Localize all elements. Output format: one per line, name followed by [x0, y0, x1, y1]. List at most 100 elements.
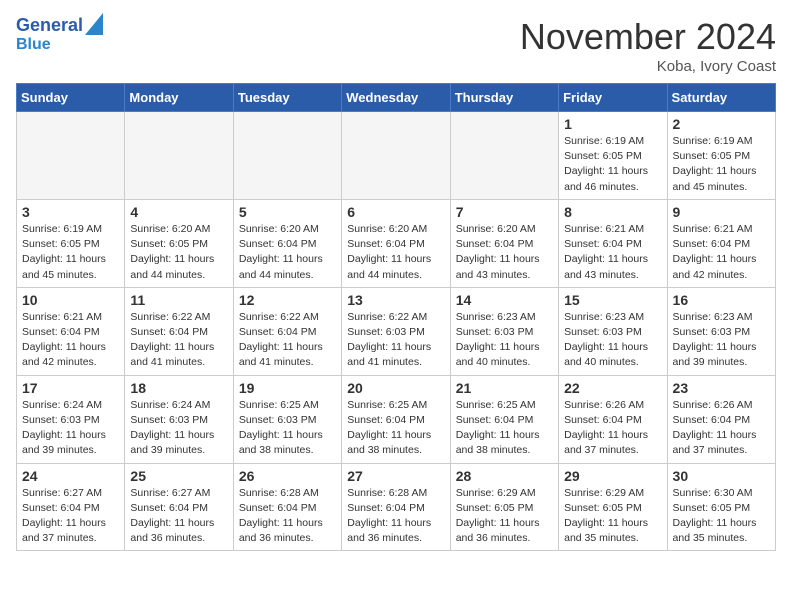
location: Koba, Ivory Coast [520, 58, 776, 75]
calendar-cell: 21 Sunrise: 6:25 AMSunset: 6:04 PMDayligh… [450, 375, 558, 463]
day-number: 30 [673, 468, 770, 484]
day-info: Sunrise: 6:22 AMSunset: 6:04 PMDaylight:… [239, 310, 336, 371]
weekday-header-row: SundayMondayTuesdayWednesdayThursdayFrid… [17, 84, 776, 112]
day-number: 2 [673, 116, 770, 132]
day-info: Sunrise: 6:19 AMSunset: 6:05 PMDaylight:… [564, 134, 661, 195]
day-info: Sunrise: 6:19 AMSunset: 6:05 PMDaylight:… [22, 222, 119, 283]
calendar-cell: 17Sunrise: 6:24 AMSunset: 6:03 PMDayligh… [17, 375, 125, 463]
calendar-cell: 16 Sunrise: 6:23 AMSunset: 6:03 PMDayligh… [667, 287, 775, 375]
calendar-cell: 25 Sunrise: 6:27 AMSunset: 6:04 PMDayligh… [125, 463, 233, 551]
day-number: 12 [239, 292, 336, 308]
day-number: 1 [564, 116, 661, 132]
weekday-header-monday: Monday [125, 84, 233, 112]
weekday-header-wednesday: Wednesday [342, 84, 450, 112]
day-info: Sunrise: 6:20 AMSunset: 6:04 PMDaylight:… [239, 222, 336, 283]
day-info: Sunrise: 6:26 AMSunset: 6:04 PMDaylight:… [673, 398, 770, 459]
day-info: Sunrise: 6:21 AMSunset: 6:04 PMDaylight:… [673, 222, 770, 283]
month-title: November 2024 [520, 16, 776, 58]
day-number: 18 [130, 380, 227, 396]
calendar-cell: 22 Sunrise: 6:26 AMSunset: 6:04 PMDayligh… [559, 375, 667, 463]
day-info: Sunrise: 6:21 AMSunset: 6:04 PMDaylight:… [564, 222, 661, 283]
day-info: Sunrise: 6:23 AMSunset: 6:03 PMDaylight:… [673, 310, 770, 371]
day-number: 7 [456, 204, 553, 220]
calendar-cell: 4 Sunrise: 6:20 AMSunset: 6:05 PMDaylight… [125, 199, 233, 287]
day-info: Sunrise: 6:25 AMSunset: 6:04 PMDaylight:… [347, 398, 444, 459]
calendar-cell: 26 Sunrise: 6:28 AMSunset: 6:04 PMDayligh… [233, 463, 341, 551]
calendar-cell: 5 Sunrise: 6:20 AMSunset: 6:04 PMDaylight… [233, 199, 341, 287]
day-info: Sunrise: 6:25 AMSunset: 6:04 PMDaylight:… [456, 398, 553, 459]
day-number: 23 [673, 380, 770, 396]
day-info: Sunrise: 6:25 AMSunset: 6:03 PMDaylight:… [239, 398, 336, 459]
calendar-cell: 24 Sunrise: 6:27 AMSunset: 6:04 PMDayligh… [17, 463, 125, 551]
week-row-2: 3 Sunrise: 6:19 AMSunset: 6:05 PMDaylight… [17, 199, 776, 287]
calendar-cell: 8Sunrise: 6:21 AMSunset: 6:04 PMDaylight… [559, 199, 667, 287]
day-info: Sunrise: 6:20 AMSunset: 6:05 PMDaylight:… [130, 222, 227, 283]
day-number: 14 [456, 292, 553, 308]
day-number: 25 [130, 468, 227, 484]
day-number: 11 [130, 292, 227, 308]
day-number: 27 [347, 468, 444, 484]
calendar-cell: 15Sunrise: 6:23 AMSunset: 6:03 PMDayligh… [559, 287, 667, 375]
calendar-cell [233, 112, 341, 200]
calendar-cell: 27Sunrise: 6:28 AMSunset: 6:04 PMDayligh… [342, 463, 450, 551]
calendar-cell [342, 112, 450, 200]
logo-text-blue: Blue [16, 36, 103, 54]
day-info: Sunrise: 6:27 AMSunset: 6:04 PMDaylight:… [22, 486, 119, 547]
day-number: 4 [130, 204, 227, 220]
day-number: 3 [22, 204, 119, 220]
logo: General Blue [16, 16, 103, 53]
weekday-header-tuesday: Tuesday [233, 84, 341, 112]
weekday-header-friday: Friday [559, 84, 667, 112]
calendar-cell: 29 Sunrise: 6:29 AMSunset: 6:05 PMDayligh… [559, 463, 667, 551]
weekday-header-saturday: Saturday [667, 84, 775, 112]
day-info: Sunrise: 6:27 AMSunset: 6:04 PMDaylight:… [130, 486, 227, 547]
title-area: November 2024 Koba, Ivory Coast [520, 16, 776, 75]
day-info: Sunrise: 6:19 AMSunset: 6:05 PMDaylight:… [673, 134, 770, 195]
logo-text-general: General [16, 16, 83, 36]
day-number: 24 [22, 468, 119, 484]
week-row-3: 10 Sunrise: 6:21 AMSunset: 6:04 PMDayligh… [17, 287, 776, 375]
day-number: 22 [564, 380, 661, 396]
calendar-cell: 9Sunrise: 6:21 AMSunset: 6:04 PMDaylight… [667, 199, 775, 287]
day-info: Sunrise: 6:28 AMSunset: 6:04 PMDaylight:… [239, 486, 336, 547]
day-number: 17 [22, 380, 119, 396]
day-number: 20 [347, 380, 444, 396]
day-number: 29 [564, 468, 661, 484]
day-info: Sunrise: 6:29 AMSunset: 6:05 PMDaylight:… [564, 486, 661, 547]
calendar-cell [450, 112, 558, 200]
day-info: Sunrise: 6:22 AMSunset: 6:04 PMDaylight:… [130, 310, 227, 371]
calendar-cell: 1 Sunrise: 6:19 AMSunset: 6:05 PMDaylight… [559, 112, 667, 200]
calendar-cell [125, 112, 233, 200]
calendar-cell: 12 Sunrise: 6:22 AMSunset: 6:04 PMDayligh… [233, 287, 341, 375]
calendar-cell: 7Sunrise: 6:20 AMSunset: 6:04 PMDaylight… [450, 199, 558, 287]
day-number: 13 [347, 292, 444, 308]
day-info: Sunrise: 6:21 AMSunset: 6:04 PMDaylight:… [22, 310, 119, 371]
week-row-1: 1 Sunrise: 6:19 AMSunset: 6:05 PMDaylight… [17, 112, 776, 200]
day-number: 6 [347, 204, 444, 220]
calendar-cell: 14Sunrise: 6:23 AMSunset: 6:03 PMDayligh… [450, 287, 558, 375]
calendar-cell: 18Sunrise: 6:24 AMSunset: 6:03 PMDayligh… [125, 375, 233, 463]
calendar-cell: 23 Sunrise: 6:26 AMSunset: 6:04 PMDayligh… [667, 375, 775, 463]
day-number: 19 [239, 380, 336, 396]
calendar-cell: 2 Sunrise: 6:19 AMSunset: 6:05 PMDaylight… [667, 112, 775, 200]
day-number: 28 [456, 468, 553, 484]
day-number: 16 [673, 292, 770, 308]
day-info: Sunrise: 6:29 AMSunset: 6:05 PMDaylight:… [456, 486, 553, 547]
day-info: Sunrise: 6:26 AMSunset: 6:04 PMDaylight:… [564, 398, 661, 459]
page-header: General Blue November 2024 Koba, Ivory C… [16, 16, 776, 75]
day-number: 10 [22, 292, 119, 308]
calendar-cell: 20 Sunrise: 6:25 AMSunset: 6:04 PMDayligh… [342, 375, 450, 463]
calendar-cell: 30Sunrise: 6:30 AMSunset: 6:05 PMDayligh… [667, 463, 775, 551]
day-number: 15 [564, 292, 661, 308]
calendar-cell: 11 Sunrise: 6:22 AMSunset: 6:04 PMDayligh… [125, 287, 233, 375]
day-number: 5 [239, 204, 336, 220]
calendar-cell [17, 112, 125, 200]
weekday-header-thursday: Thursday [450, 84, 558, 112]
week-row-5: 24 Sunrise: 6:27 AMSunset: 6:04 PMDayligh… [17, 463, 776, 551]
calendar-table: SundayMondayTuesdayWednesdayThursdayFrid… [16, 83, 776, 551]
weekday-header-sunday: Sunday [17, 84, 125, 112]
day-number: 26 [239, 468, 336, 484]
calendar-cell: 13Sunrise: 6:22 AMSunset: 6:03 PMDayligh… [342, 287, 450, 375]
calendar-cell: 19 Sunrise: 6:25 AMSunset: 6:03 PMDayligh… [233, 375, 341, 463]
day-number: 21 [456, 380, 553, 396]
